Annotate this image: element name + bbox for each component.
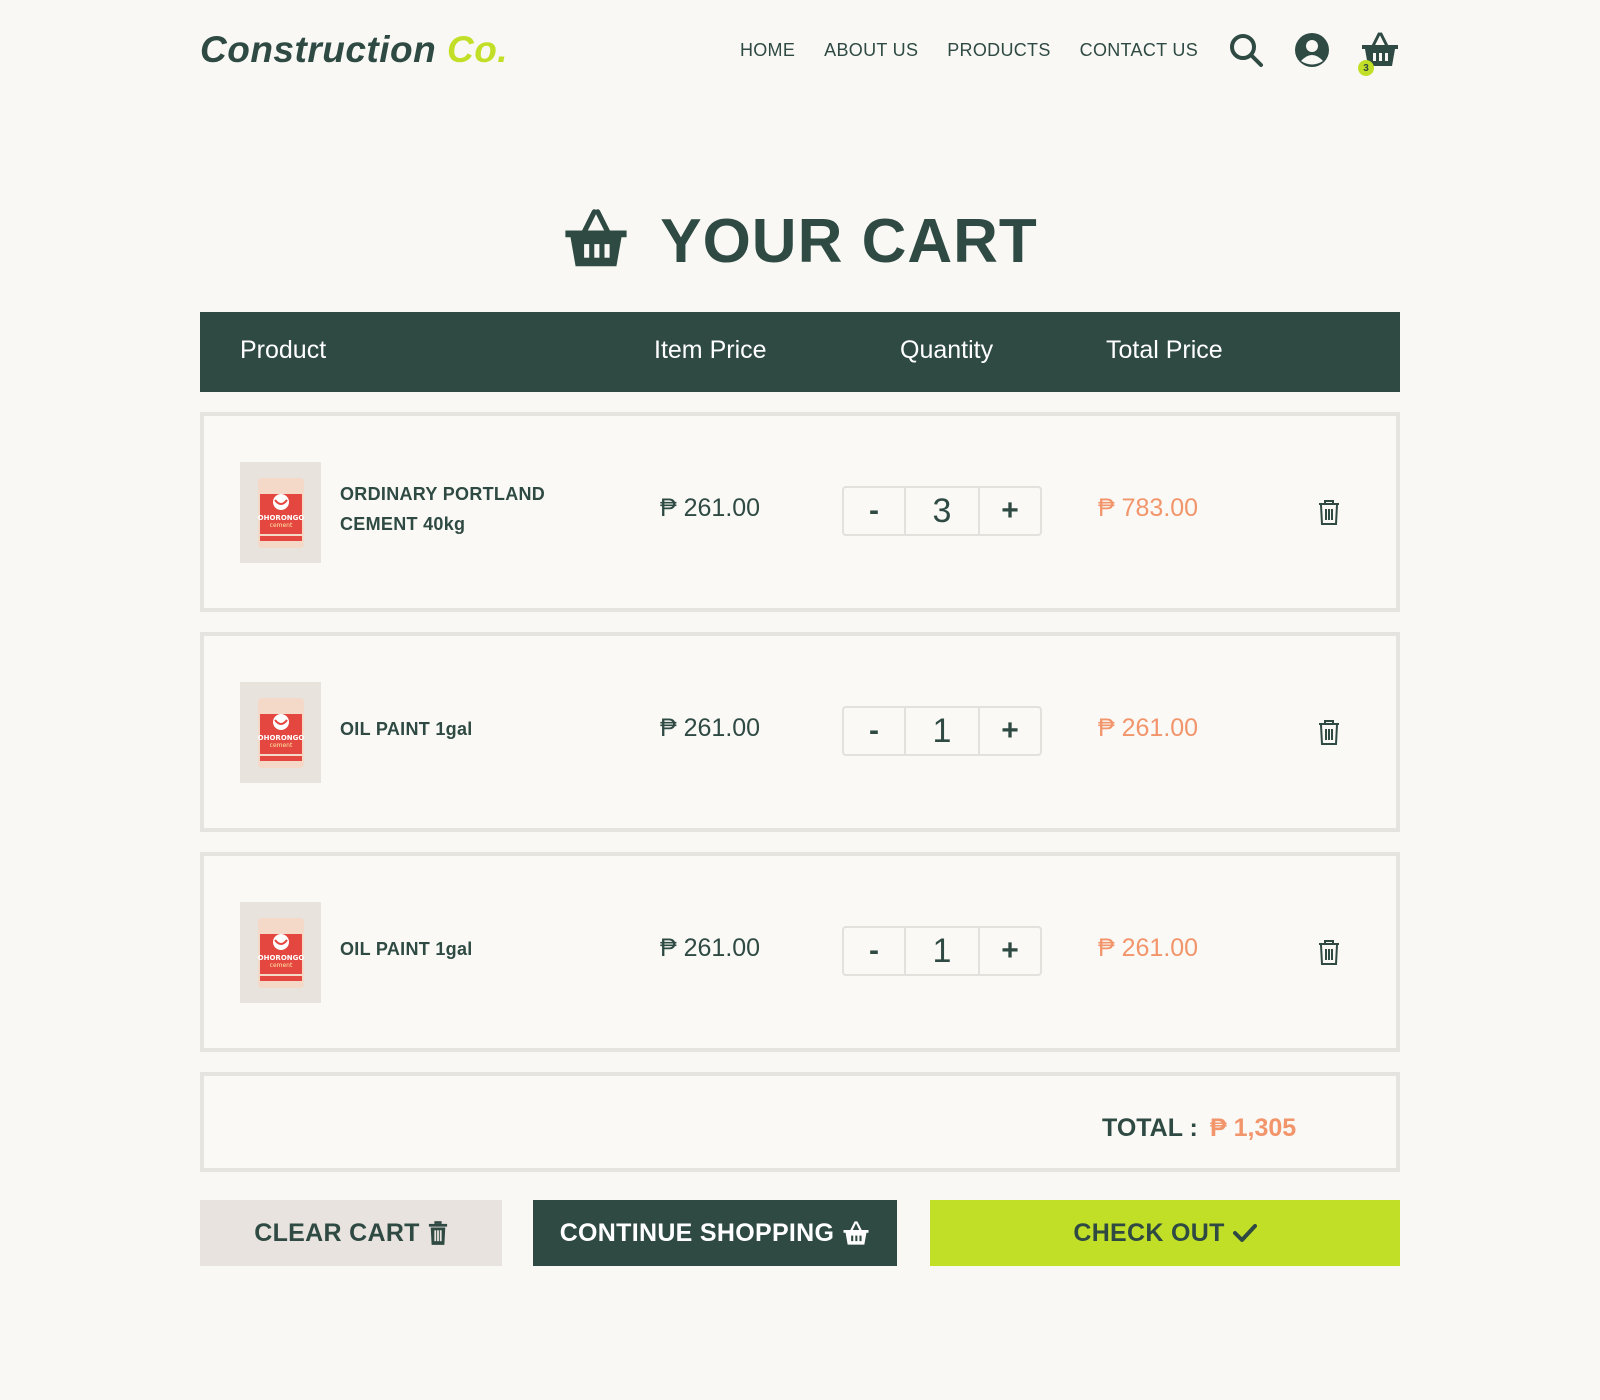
qty-increase-button[interactable]: + [980,708,1040,754]
page-title: YOUR CART [660,206,1038,276]
cart-total-box: TOTAL : ₱ 1,305 [200,1072,1400,1172]
qty-value[interactable]: 3 [904,488,980,534]
product-name-line: ORDINARY PORTLAND [340,484,546,504]
item-price: ₱ 261.00 [660,714,761,742]
product-thumbnail[interactable]: OHORONGO cement [240,462,321,563]
cart-row: OHORONGO cement OIL PAINT 1gal ₱ 261.00 … [200,852,1400,1052]
logo-suffix: Co. [446,29,509,70]
header-product: Product [240,336,327,364]
continue-shopping-label: CONTINUE SHOPPING [559,1218,835,1247]
product-name-line: OIL PAINT 1gal [340,719,473,739]
header-total-price: Total Price [1106,336,1223,364]
quantity-stepper: - 3 + [842,486,1042,536]
logo-name: Construction [200,29,437,70]
cart-total-label: TOTAL : [1102,1114,1198,1142]
search-icon[interactable] [1228,32,1264,68]
continue-shopping-button[interactable]: CONTINUE SHOPPING [533,1200,897,1266]
cart-row: OHORONGO cement OIL PAINT 1gal ₱ 261.00 … [200,632,1400,832]
qty-decrease-button[interactable]: - [844,708,904,754]
product-name-line: OIL PAINT 1gal [340,939,473,959]
cart-table-header: Product Item Price Quantity Total Price [200,312,1400,392]
nav-products[interactable]: PRODUCTS [947,40,1050,61]
qty-value[interactable]: 1 [904,708,980,754]
header-item-price: Item Price [654,336,767,364]
qty-decrease-button[interactable]: - [844,928,904,974]
checkmark-icon [1232,1223,1257,1243]
trash-icon[interactable] [1318,500,1340,531]
cement-bag-image: OHORONGO cement [257,477,304,548]
row-total-price: ₱ 783.00 [1098,494,1199,522]
qty-increase-button[interactable]: + [980,928,1040,974]
qty-increase-button[interactable]: + [980,488,1040,534]
svg-text:OHORONGO: OHORONGO [257,954,304,962]
basket-icon [562,207,630,276]
page-title-row: YOUR CART [0,196,1600,286]
nav-home[interactable]: HOME [740,40,795,61]
cart-total-value: ₱ 1,305 [1210,1114,1297,1142]
site-header: Construction Co. HOME ABOUT US PRODUCTS … [200,22,1400,78]
user-account-icon[interactable] [1294,32,1330,68]
svg-text:cement: cement [269,742,292,749]
quantity-stepper: - 1 + [842,706,1042,756]
svg-text:cement: cement [269,522,292,529]
cement-bag-image: OHORONGO cement [257,697,304,768]
product-name[interactable]: OIL PAINT 1gal [340,934,473,964]
header-quantity: Quantity [900,336,994,364]
product-name[interactable]: OIL PAINT 1gal [340,714,473,744]
qty-decrease-button[interactable]: - [844,488,904,534]
nav-contact-us[interactable]: CONTACT US [1080,40,1198,61]
product-thumbnail[interactable]: OHORONGO cement [240,902,321,1003]
row-total-price: ₱ 261.00 [1098,714,1199,742]
svg-text:OHORONGO: OHORONGO [257,514,304,522]
trash-icon [428,1221,448,1245]
svg-text:cement: cement [269,962,292,969]
cement-bag-image: OHORONGO cement [257,917,304,988]
clear-cart-label: CLEAR CART [254,1218,420,1247]
cart-row: OHORONGO cement ORDINARY PORTLAND CEMENT… [200,412,1400,612]
product-name[interactable]: ORDINARY PORTLAND CEMENT 40kg [340,479,545,539]
qty-value[interactable]: 1 [904,928,980,974]
checkout-button[interactable]: CHECK OUT [930,1200,1400,1266]
product-name-line: CEMENT 40kg [340,514,466,534]
clear-cart-button[interactable]: CLEAR CART [200,1200,502,1266]
basket-icon [842,1220,870,1246]
checkout-label: CHECK OUT [1073,1218,1225,1247]
trash-icon[interactable] [1318,940,1340,971]
nav-about-us[interactable]: ABOUT US [824,40,918,61]
quantity-stepper: - 1 + [842,926,1042,976]
svg-text:OHORONGO: OHORONGO [257,734,304,742]
row-total-price: ₱ 261.00 [1098,934,1199,962]
trash-icon[interactable] [1318,720,1340,751]
cart-count-badge: 3 [1358,60,1374,76]
item-price: ₱ 261.00 [660,494,761,522]
main-nav: HOME ABOUT US PRODUCTS CONTACT US 3 [711,32,1400,76]
product-thumbnail[interactable]: OHORONGO cement [240,682,321,783]
cart-icon[interactable]: 3 [1358,32,1400,76]
logo[interactable]: Construction Co. [200,29,508,71]
item-price: ₱ 261.00 [660,934,761,962]
